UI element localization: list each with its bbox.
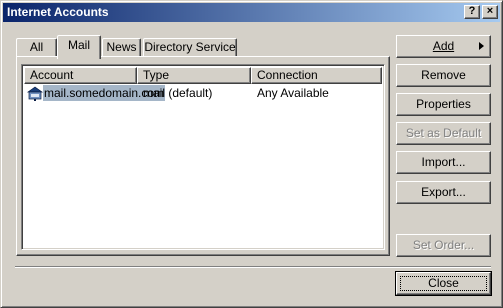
title-bar[interactable]: Internet Accounts ? × [3, 3, 500, 22]
tab-mail[interactable]: Mail [57, 35, 101, 59]
focus-rect [400, 276, 487, 291]
column-header-connection[interactable]: Connection [251, 67, 382, 84]
account-type: mail (default) [143, 86, 213, 100]
import-button[interactable]: Import... [396, 151, 491, 174]
properties-button[interactable]: Properties [396, 93, 491, 116]
close-button[interactable]: Close [395, 271, 492, 296]
table-row[interactable]: mail.somedomain.com mail (default) Any A… [24, 85, 382, 101]
tab-news[interactable]: News [102, 38, 141, 57]
mail-account-icon [26, 86, 44, 101]
add-button[interactable]: Add [396, 35, 491, 58]
remove-button[interactable]: Remove [396, 64, 491, 87]
export-button[interactable]: Export... [396, 181, 491, 204]
tab-directory-service[interactable]: Directory Service [143, 38, 237, 57]
window-title: Internet Accounts [7, 5, 109, 19]
column-header-account[interactable]: Account [24, 67, 137, 84]
separator [15, 266, 491, 268]
submenu-arrow-icon [479, 42, 484, 50]
set-as-default-button[interactable]: Set as Default [396, 122, 491, 145]
list-header: Account Type Connection [24, 67, 382, 84]
column-header-type[interactable]: Type [137, 67, 251, 84]
close-window-button[interactable]: × [482, 5, 498, 19]
tab-all[interactable]: All [16, 38, 57, 57]
internet-accounts-dialog: Internet Accounts ? × All Mail News Dire… [0, 0, 503, 308]
add-label: Add [432, 39, 455, 53]
set-order-button[interactable]: Set Order... [396, 234, 491, 257]
help-button[interactable]: ? [464, 5, 480, 19]
accounts-list[interactable]: Account Type Connection mail.somedomain.… [21, 64, 385, 250]
account-connection: Any Available [257, 86, 329, 100]
